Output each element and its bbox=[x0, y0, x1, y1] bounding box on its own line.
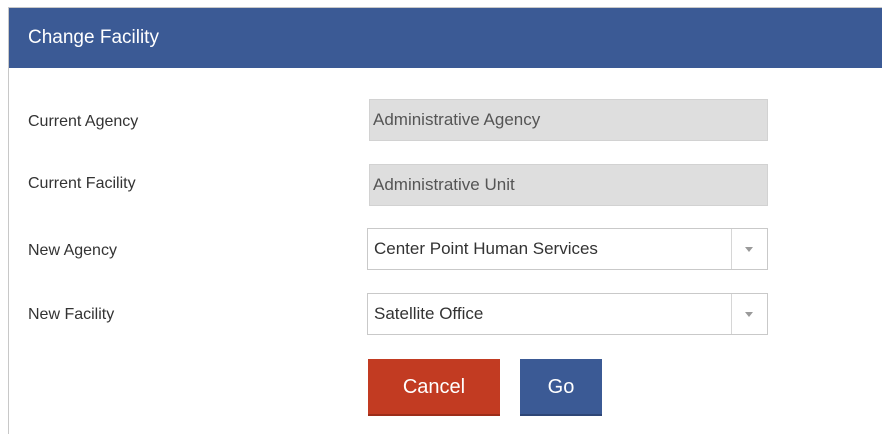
change-facility-dialog: Change Facility Current Agency Administr… bbox=[8, 7, 882, 434]
new-facility-label: New Facility bbox=[28, 306, 115, 323]
new-agency-selected-value: Center Point Human Services bbox=[374, 239, 598, 258]
new-facility-select[interactable]: Satellite Office bbox=[367, 293, 768, 335]
current-agency-label: Current Agency bbox=[28, 113, 139, 130]
current-agency-field: Administrative Agency bbox=[369, 99, 768, 141]
current-facility-label: Current Facility bbox=[28, 175, 136, 192]
new-agency-select[interactable]: Center Point Human Services bbox=[367, 228, 768, 270]
dialog-title: Change Facility bbox=[9, 8, 882, 68]
new-agency-label: New Agency bbox=[28, 242, 117, 259]
cancel-button[interactable]: Cancel bbox=[368, 359, 500, 416]
new-facility-dropdown-toggle[interactable] bbox=[731, 294, 767, 334]
current-facility-field: Administrative Unit bbox=[369, 164, 768, 206]
new-agency-dropdown-toggle[interactable] bbox=[731, 229, 767, 269]
chevron-down-icon bbox=[745, 247, 753, 252]
chevron-down-icon bbox=[745, 312, 753, 317]
new-facility-selected-value: Satellite Office bbox=[374, 304, 484, 323]
go-button[interactable]: Go bbox=[520, 359, 602, 416]
